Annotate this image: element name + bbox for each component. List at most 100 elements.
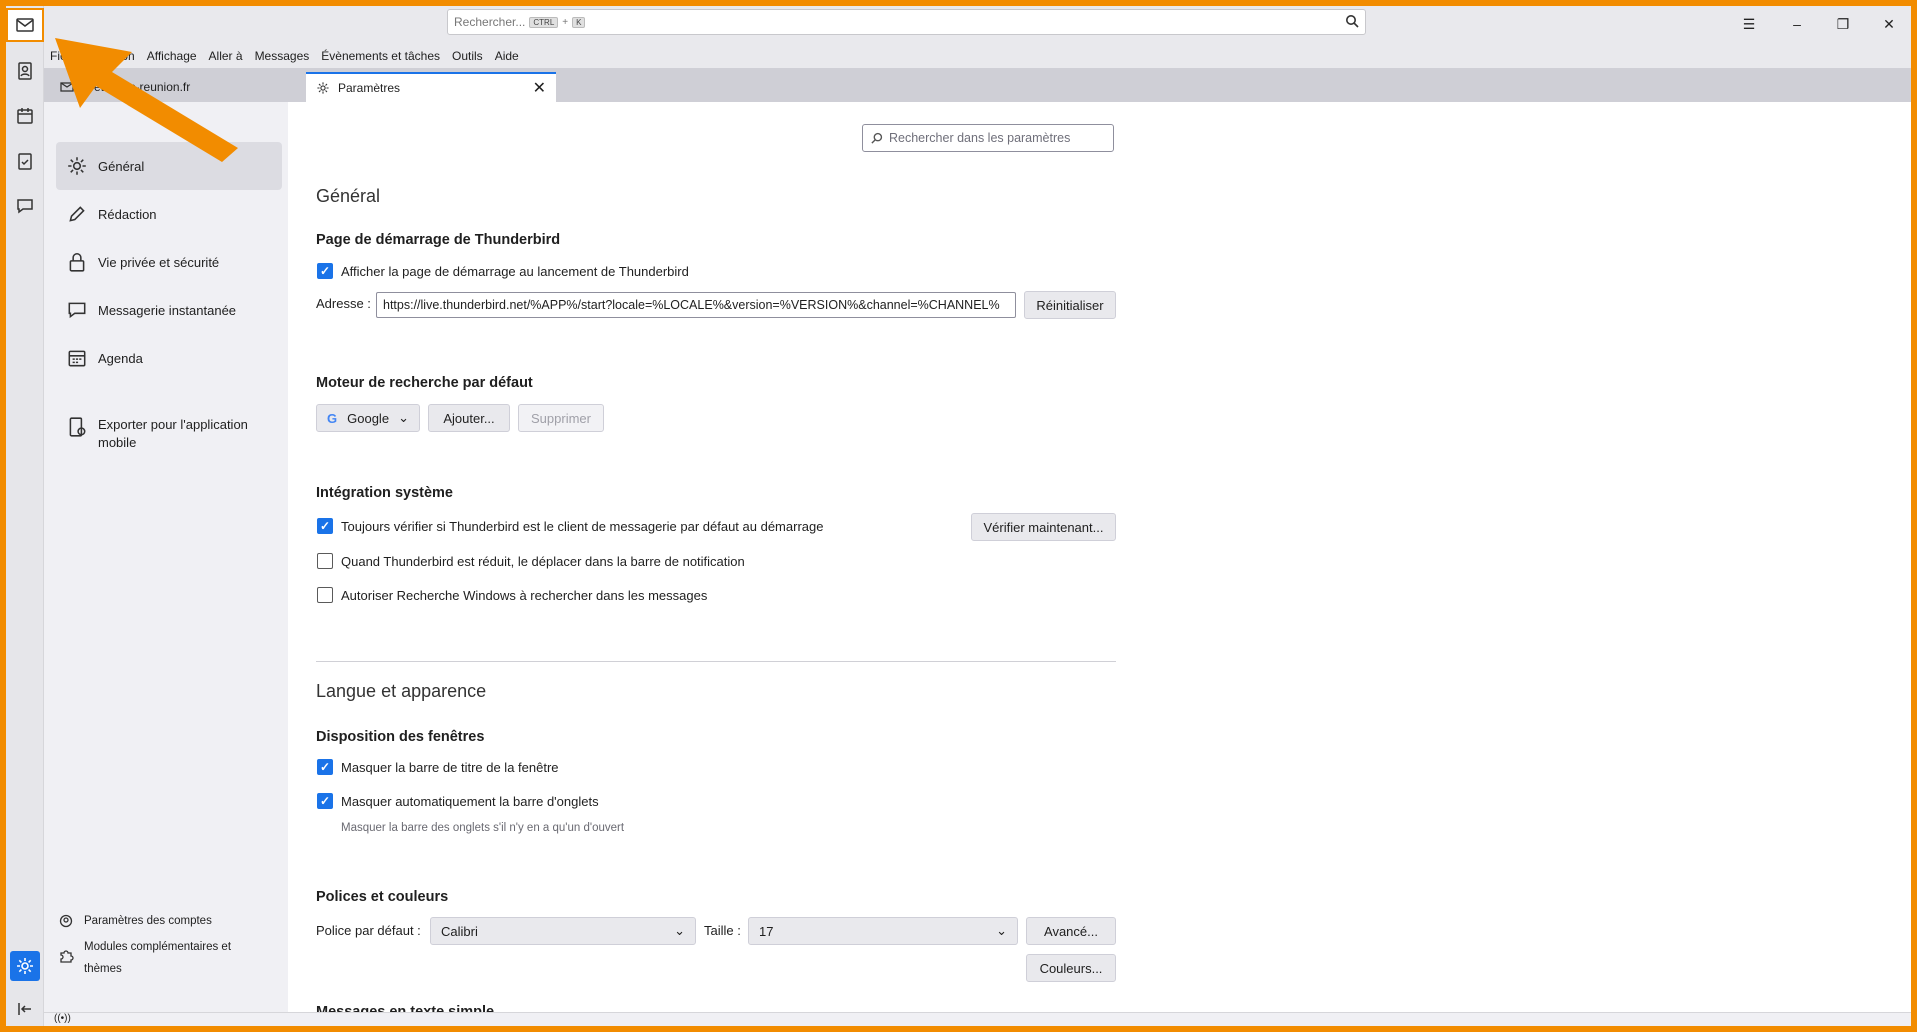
search-icon [871, 132, 883, 144]
spaces-toolbar [6, 6, 44, 1026]
google-icon: G [327, 410, 338, 426]
address-label: Adresse : [316, 296, 371, 311]
font-size-select[interactable]: 17 ⌄ [748, 917, 1018, 945]
startup-checkbox-row[interactable]: ✓ Afficher la page de démarrage au lance… [317, 263, 689, 279]
app-window: Rechercher... CTRL + K ☰ – ❐ ✕ Fichier É… [6, 6, 1911, 1026]
general-heading: Général [316, 186, 381, 206]
add-engine-button[interactable]: Ajouter... [428, 404, 510, 432]
global-search-input[interactable]: Rechercher... CTRL + K [447, 9, 1366, 35]
menu-events-tasks[interactable]: Évènements et tâches [321, 49, 440, 63]
chat-icon [68, 302, 86, 319]
colors-button[interactable]: Couleurs... [1026, 954, 1116, 982]
menu-file[interactable]: Fichier [50, 49, 86, 63]
tab-strip: …ete@ac-reunion.fr Paramètres ✕ [44, 68, 1911, 102]
shortcut-ctrl: CTRL [529, 16, 559, 28]
settings-space-icon[interactable] [10, 951, 40, 981]
menu-edit[interactable]: Édition [98, 49, 135, 63]
restore-icon[interactable]: ❐ [1833, 14, 1853, 34]
tab-mail[interactable]: …ete@ac-reunion.fr [50, 72, 300, 102]
chevron-down-icon: ⌄ [674, 923, 685, 938]
search-engine-select[interactable]: G Google ⌄ [316, 404, 420, 432]
accounts-settings-label: Paramètres des comptes [84, 915, 212, 927]
default-font-label-row: Police par défaut : [316, 923, 421, 938]
addons-label: Modules complémentaires et thèmes [84, 936, 231, 980]
chevron-down-icon: ⌄ [398, 410, 409, 425]
minimize-icon[interactable]: – [1787, 14, 1807, 34]
default-client-row[interactable]: ✓ Toujours vérifier si Thunderbird est l… [317, 518, 823, 534]
sidebar-item-chat[interactable]: Messagerie instantanée [56, 286, 282, 334]
hide-titlebar-checkbox[interactable]: ✓ [317, 759, 333, 775]
plain-text-heading: Messages en texte simple [316, 1004, 495, 1012]
pencil-icon [69, 206, 85, 222]
calendar-icon [68, 350, 86, 367]
advanced-fonts-button[interactable]: Avancé... [1026, 917, 1116, 945]
minimize-tray-row[interactable]: Quand Thunderbird est réduit, le déplace… [317, 553, 745, 569]
export-label-line1: Exporter pour l'application [98, 417, 248, 432]
startup-checkbox[interactable]: ✓ [317, 263, 333, 279]
chat-icon[interactable] [10, 191, 40, 221]
section-divider [316, 661, 1116, 662]
font-size-label-row: Taille : [704, 923, 741, 938]
remove-engine-button[interactable]: Supprimer [518, 404, 604, 432]
sidebar-item-general[interactable]: Général [56, 142, 282, 190]
startup-address-field[interactable]: https://live.thunderbird.net/%APP%/start… [376, 292, 1016, 318]
menu-tools[interactable]: Outils [452, 49, 483, 63]
mail-tab-icon [60, 82, 74, 92]
addons-label-line2: thèmes [84, 963, 122, 975]
shortcut-plus: + [562, 16, 569, 28]
puzzle-icon [60, 950, 74, 963]
gear-icon [68, 157, 86, 175]
autohide-tabs-row[interactable]: ✓ Masquer automatiquement la barre d'ong… [317, 793, 599, 809]
minimize-tray-checkbox[interactable] [317, 553, 333, 569]
calendar-icon[interactable] [10, 101, 40, 131]
tab-mail-label: …ete@ac-reunion.fr [82, 80, 191, 94]
address-book-icon[interactable] [10, 56, 40, 86]
tab-settings-label: Paramètres [338, 81, 401, 95]
mobile-export-icon [69, 417, 86, 437]
menu-help[interactable]: Aide [495, 49, 519, 63]
menu-view[interactable]: Affichage [147, 49, 197, 63]
hide-titlebar-row[interactable]: ✓ Masquer la barre de titre de la fenêtr… [317, 759, 559, 775]
font-size-label: Taille : [704, 923, 741, 938]
close-tab-icon[interactable]: ✕ [533, 78, 546, 98]
sidebar-item-composition[interactable]: Rédaction [56, 190, 282, 238]
language-appearance-heading: Langue et apparence [316, 681, 487, 701]
menu-go[interactable]: Aller à [209, 49, 243, 63]
export-label-line2: mobile [98, 435, 137, 450]
chevron-down-icon: ⌄ [996, 923, 1007, 938]
sidebar-item-label: Général [98, 158, 145, 174]
autohide-tabs-checkbox[interactable]: ✓ [317, 793, 333, 809]
sidebar-item-privacy[interactable]: Vie privée et sécurité [56, 238, 282, 286]
default-font-label: Police par défaut : [316, 923, 421, 938]
addons-label-line1: Modules complémentaires et [84, 941, 232, 953]
sidebar-item-label: Rédaction [98, 206, 157, 222]
windows-search-checkbox[interactable] [317, 587, 333, 603]
font-size-value: 17 [759, 923, 774, 939]
reset-button[interactable]: Réinitialiser [1024, 291, 1116, 319]
addons-link[interactable]: Modules complémentaires et thèmes [58, 936, 231, 980]
sidebar-item-calendar[interactable]: Agenda [56, 334, 282, 382]
settings-search-input[interactable]: Rechercher dans les paramètres [862, 124, 1114, 152]
collapse-spaces-icon[interactable] [10, 994, 40, 1024]
menu-messages[interactable]: Messages [255, 49, 310, 63]
tab-settings[interactable]: Paramètres ✕ [306, 72, 556, 102]
default-font-value: Calibri [441, 923, 478, 939]
default-font-select[interactable]: Calibri ⌄ [430, 917, 696, 945]
windows-search-row[interactable]: Autoriser Recherche Windows à rechercher… [317, 587, 707, 603]
tasks-icon[interactable] [10, 146, 40, 176]
sidebar-item-label: Messagerie instantanée [98, 302, 237, 318]
verify-now-button[interactable]: Vérifier maintenant... [971, 513, 1116, 541]
sidebar-item-export-mobile[interactable]: Exporter pour l'application mobile [56, 416, 282, 460]
online-status-icon[interactable]: ((•)) [54, 1013, 71, 1024]
sidebar-item-label: Vie privée et sécurité [98, 254, 220, 270]
titlebar: Rechercher... CTRL + K ☰ – ❐ ✕ [44, 6, 1911, 44]
accounts-settings-link[interactable]: Paramètres des comptes [58, 910, 212, 932]
close-window-icon[interactable]: ✕ [1879, 14, 1899, 34]
window-layout-heading: Disposition des fenêtres [316, 729, 485, 745]
autohide-tabs-label: Masquer automatiquement la barre d'ongle… [341, 793, 599, 809]
sidebar-item-label: Agenda [98, 350, 143, 366]
app-menu-icon[interactable]: ☰ [1739, 14, 1759, 34]
settings-sidebar: Général Rédaction Vie privée et sécurité… [44, 102, 288, 1012]
mail-space-icon[interactable] [6, 8, 44, 42]
default-client-checkbox[interactable]: ✓ [317, 518, 333, 534]
